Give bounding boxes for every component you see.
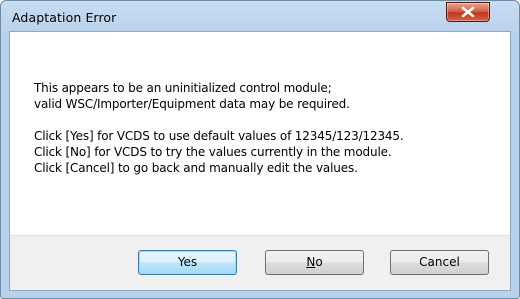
message-line: This appears to be an uninitialized cont… bbox=[34, 81, 332, 95]
dialog-window: Adaptation Error This appears to be an u… bbox=[0, 0, 520, 299]
button-bar: Yes No Cancel bbox=[10, 235, 510, 290]
message-line: Click [Cancel] to go back and manually e… bbox=[34, 161, 358, 175]
no-button-mnemonic: N bbox=[306, 255, 316, 269]
close-icon bbox=[461, 6, 475, 18]
message-text: This appears to be an uninitialized cont… bbox=[34, 80, 504, 176]
message-line: Click [Yes] for VCDS to use default valu… bbox=[34, 129, 404, 143]
no-button[interactable]: No bbox=[265, 250, 364, 275]
cancel-button[interactable]: Cancel bbox=[390, 250, 489, 275]
title-bar[interactable]: Adaptation Error bbox=[1, 1, 519, 34]
window-title: Adaptation Error bbox=[12, 10, 117, 25]
message-line: Click [No] for VCDS to try the values cu… bbox=[34, 145, 392, 159]
close-button[interactable] bbox=[446, 2, 490, 22]
message-line: valid WSC/Importer/Equipment data may be… bbox=[34, 97, 350, 111]
dialog-body: This appears to be an uninitialized cont… bbox=[9, 31, 511, 291]
yes-button[interactable]: Yes bbox=[138, 250, 237, 275]
no-button-label: o bbox=[315, 255, 323, 269]
